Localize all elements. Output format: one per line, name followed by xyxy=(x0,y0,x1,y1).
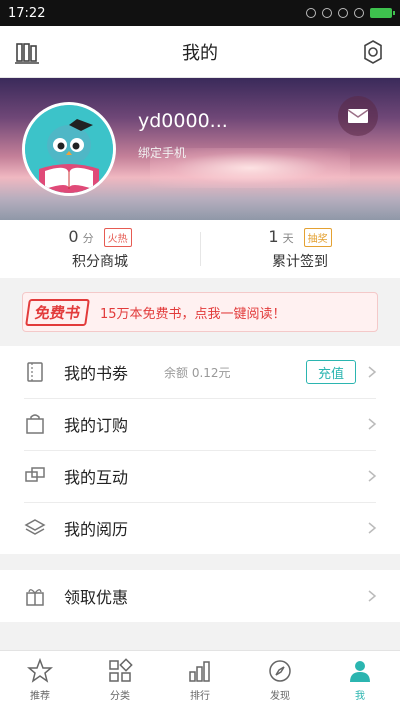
tab-ranking[interactable]: 排行 xyxy=(160,651,240,709)
check-in-days: 1 xyxy=(268,227,279,246)
tab-discover-label: 发现 xyxy=(270,691,290,702)
coupons-label: 领取优惠 xyxy=(64,588,129,607)
tab-ranking-label: 排行 xyxy=(190,691,210,702)
chevron-right-icon xyxy=(368,418,377,430)
layers-icon xyxy=(24,519,46,535)
title-bar: 我的 xyxy=(0,26,400,78)
free-books-logo: 免费书 xyxy=(25,298,90,326)
star-icon xyxy=(27,658,53,683)
free-books-banner[interactable]: 免费书 15万本免费书，点我一键阅读！ xyxy=(22,292,378,332)
points-mall-label: 积分商城 xyxy=(72,254,128,270)
reading-history-label: 我的阅历 xyxy=(64,520,129,539)
chart-icon xyxy=(189,661,210,682)
compass-icon xyxy=(269,660,291,682)
free-books-text: 15万本免费书，点我一键阅读！ xyxy=(100,306,286,322)
stats-row: 0 分 火热 积分商城 1 天 抽奖 累计签到 xyxy=(0,220,400,278)
check-in-unit: 天 xyxy=(282,232,294,245)
chevron-right-icon xyxy=(368,522,377,534)
voucher-balance: 余额 0.12元 xyxy=(164,365,231,380)
tab-recommend[interactable]: 推荐 xyxy=(0,651,80,709)
shopping-bag-icon xyxy=(26,414,44,434)
chat-bubbles-icon xyxy=(25,467,45,482)
status-icons xyxy=(306,8,395,18)
chevron-right-icon xyxy=(368,366,377,378)
voucher-icon xyxy=(27,362,43,382)
points-unit: 分 xyxy=(82,232,94,245)
tab-category[interactable]: 分类 xyxy=(80,651,160,709)
vouchers-label: 我的书劵 xyxy=(64,364,129,383)
menu-item-orders[interactable]: 我的订购 xyxy=(0,398,400,450)
check-in-label: 累计签到 xyxy=(272,254,328,270)
profile-banner: yd0000... 绑定手机 xyxy=(0,78,400,220)
status-bar: 17:22 xyxy=(0,0,400,26)
avatar-image xyxy=(25,105,113,193)
menu-item-interactions[interactable]: 我的互动 xyxy=(0,450,400,502)
interactions-label: 我的互动 xyxy=(64,468,129,487)
check-in[interactable]: 1 天 抽奖 累计签到 xyxy=(200,220,400,278)
status-time: 17:22 xyxy=(8,5,46,21)
mail-icon xyxy=(347,109,369,123)
points-value: 0 xyxy=(68,227,79,246)
chevron-right-icon xyxy=(368,590,377,602)
recharge-button[interactable]: 充值 xyxy=(306,360,356,384)
account-menu: 我的书劵 余额 0.12元 充值 我的订购 我的互动 我的阅历 xyxy=(0,346,400,554)
username[interactable]: yd0000... xyxy=(138,110,228,132)
menu-item-reading-history[interactable]: 我的阅历 xyxy=(0,502,400,554)
tab-category-label: 分类 xyxy=(110,691,130,702)
orders-label: 我的订购 xyxy=(64,416,129,435)
page-title: 我的 xyxy=(182,42,218,64)
check-in-summary: 1 天 抽奖 xyxy=(268,227,332,247)
menu-item-coupons[interactable]: 领取优惠 xyxy=(0,570,400,622)
bookshelf-icon[interactable] xyxy=(14,40,40,66)
hot-badge: 火热 xyxy=(103,228,132,247)
wifi-icon xyxy=(338,8,348,18)
points-mall[interactable]: 0 分 火热 积分商城 xyxy=(0,220,200,278)
menu-item-vouchers[interactable]: 我的书劵 余额 0.12元 充值 xyxy=(0,346,400,398)
avatar[interactable] xyxy=(22,102,116,196)
category-icon xyxy=(109,658,133,682)
tab-me-label: 我 xyxy=(355,691,365,702)
tab-discover[interactable]: 发现 xyxy=(240,651,320,709)
alarm-icon xyxy=(306,8,316,18)
bind-phone-link[interactable]: 绑定手机 xyxy=(138,144,186,161)
lottery-badge: 抽奖 xyxy=(303,228,332,247)
tab-recommend-label: 推荐 xyxy=(30,691,50,702)
offers-menu: 领取优惠 xyxy=(0,570,400,622)
gift-icon xyxy=(26,589,44,606)
messages-button[interactable] xyxy=(338,96,378,136)
settings-gear-icon[interactable] xyxy=(360,39,386,65)
tab-me[interactable]: 我 xyxy=(320,651,400,709)
battery-icon xyxy=(370,8,395,18)
points-summary: 0 分 火热 xyxy=(68,227,132,247)
signal-icon xyxy=(354,8,364,18)
person-icon xyxy=(350,661,370,682)
sync-icon xyxy=(322,8,332,18)
bottom-tab-bar: 推荐 分类 排行 发现 我 xyxy=(0,650,400,709)
chevron-right-icon xyxy=(368,470,377,482)
